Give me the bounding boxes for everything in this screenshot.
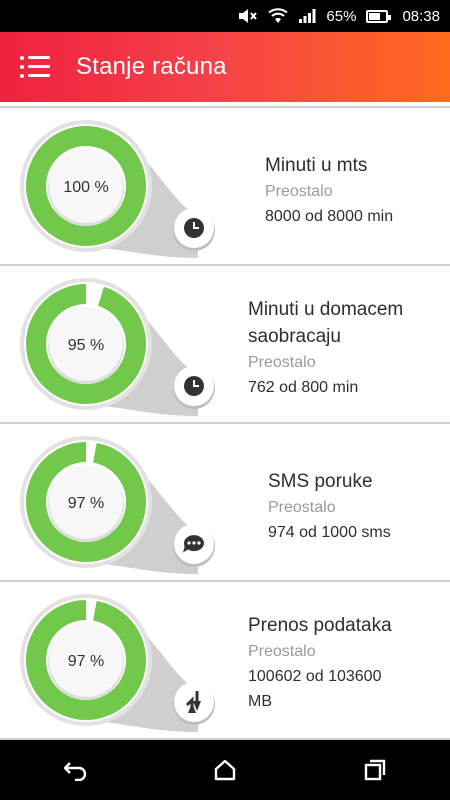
battery-icon [366,9,392,23]
balance-card[interactable]: 100 % Minuti u mts Preostalo 8000 od 8000 m… [0,108,450,266]
balance-value: 8000 od 8000 min [265,208,394,225]
balance-card[interactable]: 97 % SMS poruke Preostalo 974 od 1000 sms [0,424,450,582]
mute-icon [238,8,258,24]
balance-info: Prenos podataka Preostalo 100602 od 103600… [248,612,392,714]
recents-icon[interactable] [345,740,405,800]
balance-value: 762 od 800 min [248,379,359,396]
remaining-label: Preostalo [248,354,316,371]
usage-gauge: 97 % [20,436,215,574]
balance-value: 100602 od 103600 [248,668,382,685]
balance-value: 974 od 1000 sms [268,524,391,541]
usage-gauge: 95 % [20,278,215,416]
balance-card[interactable]: 95 % Minuti u domacem saobracaju Preostalo 7… [0,266,450,424]
balance-title: Minuti u domacem [248,299,404,320]
menu-icon[interactable] [20,56,50,78]
balance-title: Minuti u mts [265,155,368,176]
remaining-label: Preostalo [265,183,333,200]
status-bar: 65% 08:38 [0,0,450,32]
usage-gauge: 100 % [20,120,215,258]
wifi-icon [268,8,289,24]
balance-title: SMS poruke [268,471,373,492]
balance-title: saobracaju [248,326,341,347]
usage-gauge: 97 % [20,594,215,732]
remaining-label: Preostalo [268,499,336,516]
balance-title: Prenos podataka [248,615,392,636]
balance-list[interactable]: 100 % Minuti u mts Preostalo 8000 od 8000 m… [0,102,450,740]
status-time: 08:38 [402,7,440,25]
battery-percent: 65% [326,7,357,25]
page-title: Stanje računa [76,53,227,80]
navigation-bar [0,740,450,800]
balance-card[interactable]: 97 % Prenos podataka Preostalo 100602 od 10… [0,582,450,740]
balance-value: MB [248,693,272,710]
clock-icon [184,376,204,396]
balance-info: Minuti u domacem saobracaju Preostalo 762 o… [248,296,403,400]
gauge-percent-label: 100 % [63,179,108,196]
clock-icon [184,218,204,238]
gauge-percent-label: 97 % [68,495,104,512]
battery-level [369,12,380,20]
app-bar: Stanje računa [0,32,450,102]
balance-info: Minuti u mts Preostalo 8000 od 8000 min [265,152,393,229]
back-icon[interactable] [45,740,105,800]
gauge-percent-label: 97 % [68,653,104,670]
balance-info: SMS poruke Preostalo 974 od 1000 sms [268,468,391,545]
gauge-percent-label: 95 % [68,337,104,354]
signal-icon [298,8,316,24]
home-icon[interactable] [195,740,255,800]
remaining-label: Preostalo [248,643,316,660]
